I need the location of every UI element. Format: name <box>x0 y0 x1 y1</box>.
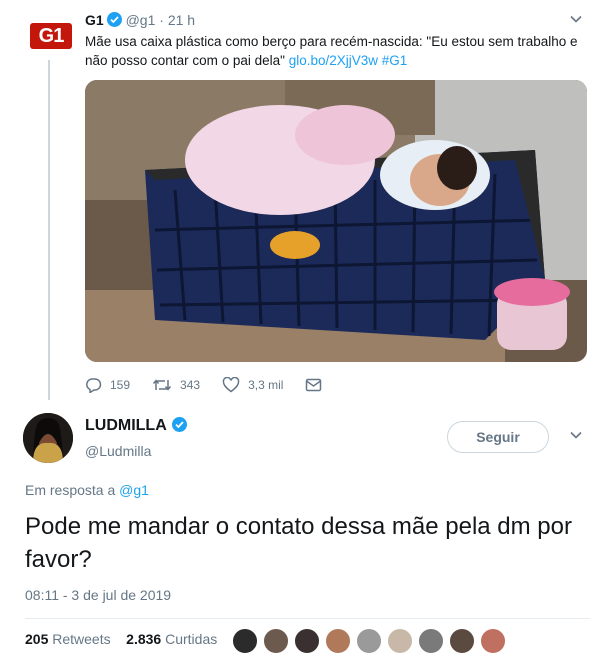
verified-icon <box>106 12 122 27</box>
liker-avatar[interactable] <box>325 628 351 654</box>
tweet-stats: 205 Retweets 2.836 Curtidas <box>25 631 217 647</box>
liker-avatars <box>232 628 511 654</box>
thread-line <box>48 60 50 400</box>
liker-avatar[interactable] <box>263 628 289 654</box>
g1-logo[interactable]: G1 <box>30 23 72 49</box>
separator-dot: · <box>159 12 164 28</box>
chevron-down-icon[interactable] <box>569 428 583 447</box>
like-icon <box>222 377 240 393</box>
liker-avatar[interactable] <box>356 628 382 654</box>
like-action[interactable]: 3,3 mil <box>222 377 283 393</box>
parent-tweet-text: Mãe usa caixa plástica como berço para r… <box>85 32 590 70</box>
retweets-stat[interactable]: 205 Retweets <box>25 631 111 647</box>
main-tweet-text: Pode me mandar o contato dessa mãe pela … <box>25 513 572 573</box>
follow-button[interactable]: Seguir <box>447 421 549 453</box>
like-count: 3,3 mil <box>248 378 284 392</box>
tweet-timestamp[interactable]: 08:11 - 3 de jul de 2019 <box>25 587 171 603</box>
tweet-time[interactable]: 21 h <box>168 12 195 28</box>
liker-avatar[interactable] <box>232 628 258 654</box>
avatar[interactable] <box>23 413 73 463</box>
liker-avatar[interactable] <box>294 628 320 654</box>
author-name[interactable]: G1 <box>85 12 104 28</box>
dm-icon <box>306 378 322 392</box>
divider <box>25 618 590 619</box>
tweet-link[interactable]: glo.bo/2XjjV3w <box>289 53 378 68</box>
retweet-count: 343 <box>180 378 201 392</box>
parent-tweet-actions: 159 343 3,3 mil <box>85 375 344 395</box>
liker-avatar[interactable] <box>449 628 475 654</box>
tweet-photo[interactable] <box>85 80 587 362</box>
reply-prefix: Em resposta a <box>25 482 116 498</box>
reply-handle-link[interactable]: @g1 <box>119 482 149 498</box>
retweet-action[interactable]: 343 <box>152 377 200 393</box>
hashtag-link[interactable]: #G1 <box>382 53 408 68</box>
parent-tweet-header: G1 @g1 · 21 h <box>85 11 195 29</box>
chevron-down-icon[interactable] <box>569 12 583 31</box>
author-handle[interactable]: @g1 <box>126 12 156 28</box>
retweet-icon <box>152 379 172 391</box>
likes-stat[interactable]: 2.836 Curtidas <box>126 631 217 647</box>
verified-icon <box>171 417 187 432</box>
reply-context: Em resposta a @g1 <box>25 482 149 498</box>
reply-count: 159 <box>110 378 131 392</box>
author-name[interactable]: LUDMILLA <box>85 417 167 434</box>
main-author-handle[interactable]: @Ludmilla <box>85 443 151 459</box>
liker-avatar[interactable] <box>387 628 413 654</box>
reply-action[interactable]: 159 <box>85 377 130 393</box>
reply-icon <box>86 378 102 393</box>
liker-avatar[interactable] <box>480 628 506 654</box>
main-author-name[interactable]: LUDMILLA <box>85 417 187 435</box>
dm-action[interactable] <box>305 378 322 392</box>
liker-avatar[interactable] <box>418 628 444 654</box>
